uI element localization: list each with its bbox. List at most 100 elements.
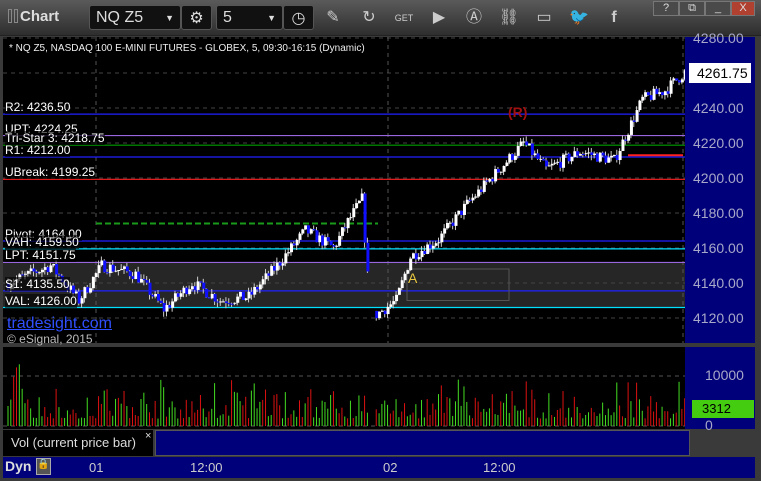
volume-panel[interactable]: [3, 347, 685, 429]
candle: [615, 154, 619, 161]
candle: [52, 263, 56, 266]
price-chart[interactable]: * NQ Z5, NASDAQ 100 E-MINI FUTURES - GLO…: [3, 37, 685, 346]
symbol-select[interactable]: NQ Z5 ▼: [89, 5, 181, 30]
candle: [479, 189, 483, 192]
price-axis-label: 4240.00: [693, 100, 744, 116]
candle: [579, 153, 582, 156]
candle: [462, 203, 466, 215]
candle: [103, 260, 107, 273]
candle: [298, 233, 302, 240]
get-button[interactable]: GET: [393, 7, 415, 29]
candle: [292, 243, 296, 246]
candle: [545, 160, 549, 167]
dynamic-mode-label[interactable]: Dyn: [5, 458, 31, 474]
candle: [57, 274, 61, 276]
link-button[interactable]: ⛓: [498, 7, 520, 29]
candle: [389, 304, 393, 307]
twitter-icon: 🐦: [569, 9, 589, 26]
candle: [318, 235, 322, 243]
candle: [148, 282, 152, 295]
candle: [386, 306, 390, 315]
symbol-settings-button[interactable]: ⚙: [181, 5, 212, 30]
refresh-button[interactable]: ↻: [358, 7, 380, 29]
candle: [179, 293, 183, 297]
candle: [38, 272, 42, 274]
candle: [222, 301, 226, 303]
candle: [675, 78, 679, 81]
minimize-button[interactable]: _: [705, 1, 731, 16]
twitter-button[interactable]: 🐦: [568, 7, 590, 29]
interval-clock-button[interactable]: ◷: [283, 5, 314, 30]
candle: [340, 227, 344, 236]
time-axis[interactable]: Dyn 🔒 01 12:00 02 12:00: [3, 457, 755, 478]
candle: [629, 120, 633, 135]
close-button[interactable]: X: [731, 1, 755, 16]
brand-link[interactable]: tradesight.com: [7, 315, 112, 333]
candle: [32, 268, 36, 272]
candle: [258, 284, 262, 290]
candle: [46, 267, 50, 273]
candle: [202, 282, 206, 289]
help-icon: ?: [662, 2, 670, 14]
candle: [680, 79, 684, 83]
play-button[interactable]: ▶: [428, 7, 450, 29]
candle: [403, 273, 407, 281]
price-axis[interactable]: 4280.00 4240.00 4220.00 4200.00 4180.00 4160.…: [685, 30, 755, 343]
candle: [366, 242, 370, 272]
volume-axis: 10000 0 3312: [685, 347, 755, 433]
candle: [624, 139, 628, 141]
candle: [304, 225, 308, 230]
candle: [590, 152, 594, 156]
candle: [494, 169, 498, 182]
detach-button[interactable]: ⧉: [679, 1, 705, 16]
candle: [556, 161, 560, 163]
candle: [89, 288, 93, 293]
candle: [573, 151, 577, 157]
candle: [306, 225, 310, 234]
price-axis-label: 4160.00: [693, 240, 744, 256]
refresh-icon: ↻: [362, 9, 376, 26]
candle: [207, 297, 211, 299]
candle: [190, 286, 194, 290]
candle: [205, 288, 209, 298]
clock-icon: ◷: [291, 10, 306, 27]
level-label: LPT: 4151.75: [5, 248, 76, 263]
candle: [678, 80, 682, 83]
help-button[interactable]: ?: [653, 1, 679, 16]
candle: [145, 280, 149, 283]
candle: [669, 80, 673, 94]
level-label: R2: 4236.50: [5, 100, 71, 115]
chat-button[interactable]: ▭: [533, 7, 555, 29]
close-study-icon[interactable]: ×: [145, 430, 151, 442]
candle: [264, 273, 268, 280]
candle: [125, 266, 129, 272]
alert-button[interactable]: Ⓐ: [463, 7, 485, 29]
annotation-r: (R): [508, 104, 528, 120]
chevron-down-icon: ▼: [267, 13, 276, 23]
candle: [360, 193, 364, 201]
candle: [241, 292, 245, 300]
candle: [397, 288, 401, 295]
candle: [564, 153, 568, 155]
candle: [256, 287, 260, 290]
candle: [312, 229, 316, 231]
candle: [210, 293, 214, 299]
candle: [140, 278, 144, 283]
facebook-button[interactable]: f: [603, 7, 625, 29]
interval-select[interactable]: 5 ▼: [216, 5, 283, 30]
candle: [528, 143, 532, 146]
candle: [236, 296, 240, 303]
draw-pencil-button[interactable]: ✎: [322, 7, 344, 29]
candle: [77, 291, 81, 304]
candle: [536, 153, 540, 159]
pencil-icon: ✎: [326, 9, 340, 26]
candle: [216, 301, 220, 303]
candle: [499, 171, 503, 173]
candle: [329, 241, 333, 246]
candle: [429, 244, 433, 249]
price-axis-label: 4280.00: [693, 30, 744, 46]
candle: [244, 298, 248, 300]
candle: [134, 271, 138, 280]
candle: [644, 92, 648, 97]
lock-icon[interactable]: 🔒: [36, 458, 51, 475]
